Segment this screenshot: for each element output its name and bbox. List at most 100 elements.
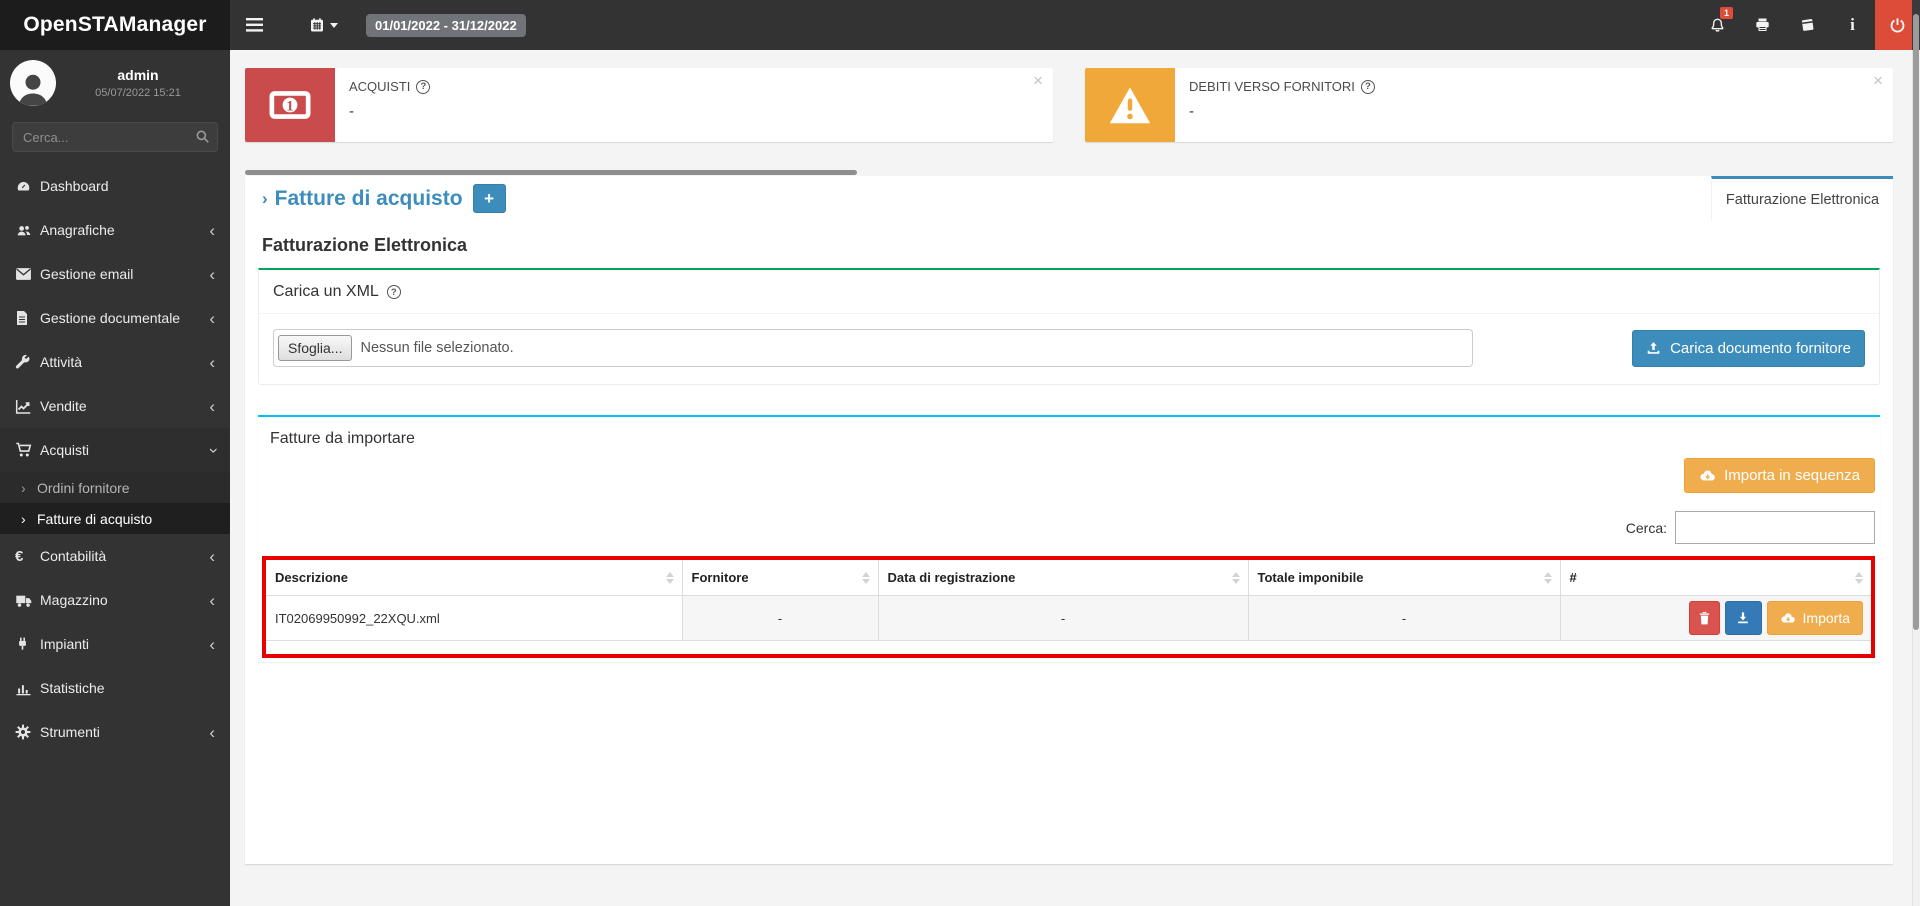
column-header-fornitore[interactable]: Fornitore bbox=[682, 560, 879, 596]
sidebar-item-label: Vendite bbox=[40, 398, 87, 414]
sort-icon bbox=[1855, 571, 1863, 584]
sidebar-item-anagrafiche[interactable]: Anagrafiche ‹ bbox=[0, 208, 230, 252]
upload-icon bbox=[1646, 341, 1661, 356]
sidebar-item-attivita[interactable]: Attività ‹ bbox=[0, 340, 230, 384]
sidebar-item-label: Magazzino bbox=[40, 592, 108, 608]
add-record-button[interactable]: + bbox=[472, 184, 506, 213]
sidebar-item-gestione-documentale[interactable]: Gestione documentale ‹ bbox=[0, 296, 230, 340]
angle-right-icon: › bbox=[262, 188, 268, 208]
user-icon bbox=[18, 74, 48, 106]
horizontal-scrollbar-thumb[interactable] bbox=[245, 170, 857, 175]
tab-fatturazione-elettronica[interactable]: Fatturazione Elettronica bbox=[1711, 176, 1893, 221]
help-icon: ? bbox=[416, 79, 431, 94]
chevron-left-icon: ‹ bbox=[209, 220, 215, 240]
file-input[interactable]: Sfoglia... Nessun file selezionato. bbox=[273, 329, 1473, 367]
caret-down-icon bbox=[329, 22, 338, 28]
print-button[interactable] bbox=[1740, 0, 1785, 50]
delete-button[interactable] bbox=[1688, 601, 1720, 635]
sidebar-item-magazzino[interactable]: Magazzino ‹ bbox=[0, 578, 230, 622]
import-row-button[interactable]: Importa bbox=[1766, 601, 1863, 635]
sidebar-item-vendite[interactable]: Vendite ‹ bbox=[0, 384, 230, 428]
sidebar-item-contabilita[interactable]: € Contabilità ‹ bbox=[0, 534, 230, 578]
sidebar-item-gestione-email[interactable]: Gestione email ‹ bbox=[0, 252, 230, 296]
section-title: Fatturazione Elettronica bbox=[262, 235, 468, 255]
info-box-value: - bbox=[349, 103, 354, 120]
sidebar-item-statistiche[interactable]: Statistiche bbox=[0, 666, 230, 710]
dashboard-icon bbox=[15, 179, 40, 194]
upload-button-label: Carica documento fornitore bbox=[1670, 339, 1851, 357]
info-box-label: ACQUISTI bbox=[349, 79, 411, 94]
sidebar-search-input[interactable] bbox=[12, 122, 218, 152]
column-header-totale-imponibile[interactable]: Totale imponibile bbox=[1248, 560, 1561, 596]
sidebar-item-label: Strumenti bbox=[40, 724, 100, 740]
chevron-left-icon: ‹ bbox=[209, 590, 215, 610]
invoices-table: Descrizione Fornitore Data di registrazi… bbox=[266, 560, 1871, 641]
browse-button[interactable]: Sfoglia... bbox=[278, 335, 353, 361]
table-row: IT02069950992_22XQU.xml - - - Importa bbox=[266, 595, 1871, 641]
import-box-title: Fatture da importare bbox=[270, 430, 415, 447]
chevron-left-icon: ‹ bbox=[209, 264, 215, 284]
notifications-button[interactable]: 1 bbox=[1695, 0, 1740, 50]
sidebar-item-acquisti[interactable]: Acquisti ‹ › Ordini fornitore › Fatture … bbox=[0, 428, 230, 534]
money-icon: 1 bbox=[245, 68, 335, 142]
gear-icon bbox=[15, 724, 40, 740]
chart-line-icon bbox=[15, 399, 40, 414]
sidebar-item-label: Statistiche bbox=[40, 680, 105, 696]
chevron-left-icon: ‹ bbox=[209, 634, 215, 654]
chevron-left-icon: ‹ bbox=[209, 308, 215, 328]
sidebar-item-fatture-di-acquisto[interactable]: › Fatture di acquisto bbox=[0, 503, 230, 534]
close-icon[interactable]: × bbox=[1033, 71, 1043, 91]
notification-badge: 1 bbox=[1719, 7, 1733, 19]
search-icon bbox=[195, 129, 210, 144]
cart-icon bbox=[15, 442, 40, 458]
plug-icon bbox=[15, 636, 40, 652]
column-header-label: Totale imponibile bbox=[1257, 570, 1364, 585]
import-sequence-label: Importa in sequenza bbox=[1724, 467, 1860, 484]
sidebar-item-strumenti[interactable]: Strumenti ‹ bbox=[0, 710, 230, 754]
sidebar-item-label: Anagrafiche bbox=[40, 222, 115, 238]
acquisti-submenu: › Ordini fornitore › Fatture di acquisto bbox=[0, 472, 230, 534]
column-header-descrizione[interactable]: Descrizione bbox=[266, 560, 683, 596]
file-status-text: Nessun file selezionato. bbox=[360, 340, 514, 356]
upload-panel-title: Carica un XML bbox=[273, 283, 379, 300]
help-icon[interactable]: ? bbox=[386, 285, 401, 299]
sidebar-item-ordini-fornitore[interactable]: › Ordini fornitore bbox=[0, 472, 230, 503]
hamburger-icon bbox=[245, 18, 263, 32]
record-header: › Fatture di acquisto + Fatturazione Ele… bbox=[245, 176, 1893, 221]
user-info: admin 05/07/2022 15:21 bbox=[56, 67, 220, 99]
upload-supplier-document-button[interactable]: Carica documento fornitore bbox=[1632, 329, 1865, 367]
column-header-actions[interactable]: # bbox=[1560, 560, 1871, 596]
warning-icon bbox=[1085, 68, 1175, 142]
app-logo[interactable]: OpenSTAManager bbox=[0, 0, 230, 50]
vertical-scrollbar-thumb[interactable] bbox=[1913, 14, 1919, 630]
date-range-badge[interactable]: 01/01/2022 - 31/12/2022 bbox=[366, 13, 526, 37]
avatar[interactable] bbox=[10, 60, 56, 106]
sidebar-item-label: Contabilità bbox=[40, 548, 107, 564]
chevron-left-icon: ‹ bbox=[209, 722, 215, 742]
bell-icon bbox=[1709, 17, 1726, 34]
sidebar-item-impianti[interactable]: Impianti ‹ bbox=[0, 622, 230, 666]
wrench-icon bbox=[15, 354, 40, 370]
sidebar-item-dashboard[interactable]: Dashboard bbox=[0, 164, 230, 208]
import-sequence-button[interactable]: Importa in sequenza bbox=[1684, 458, 1875, 493]
date-filter-button[interactable] bbox=[300, 0, 346, 50]
table-search-input[interactable] bbox=[1675, 511, 1875, 544]
svg-text:1: 1 bbox=[286, 99, 293, 115]
info-button[interactable]: i bbox=[1830, 0, 1875, 50]
close-icon[interactable]: × bbox=[1873, 71, 1883, 91]
truck-icon bbox=[15, 593, 40, 608]
chevron-left-icon: ‹ bbox=[209, 396, 215, 416]
sidebar-item-label: Dashboard bbox=[40, 178, 109, 194]
top-navbar: OpenSTAManager 01/01/2022 - 31/12/2022 1 bbox=[0, 0, 1920, 50]
angle-right-icon: › bbox=[21, 510, 26, 527]
download-button[interactable] bbox=[1724, 601, 1762, 635]
table-search: Cerca: bbox=[262, 511, 1875, 544]
sort-icon bbox=[1543, 571, 1552, 584]
table-search-label: Cerca: bbox=[1625, 519, 1667, 536]
sidebar-toggle-button[interactable] bbox=[230, 0, 278, 50]
info-box-debiti: DEBITI VERSO FORNITORI ? - × bbox=[1085, 68, 1893, 142]
column-header-data-registrazione[interactable]: Data di registrazione bbox=[878, 560, 1249, 596]
manual-button[interactable] bbox=[1785, 0, 1830, 50]
page-title[interactable]: › Fatture di acquisto bbox=[262, 187, 463, 211]
column-header-label: Data di registrazione bbox=[887, 570, 1016, 585]
